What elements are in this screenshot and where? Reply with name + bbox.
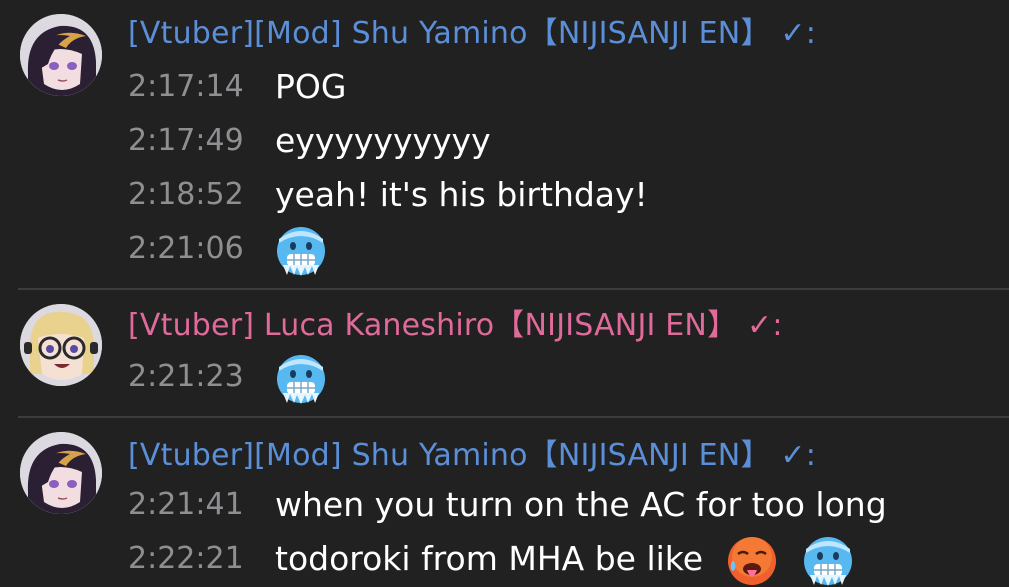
author-avatar[interactable] [20,304,102,386]
cold-face-emoji-icon [275,225,327,277]
shu-yamino-avatar-icon [20,14,102,96]
message-timestamp: 2:17:49 [128,123,244,158]
message-text: when you turn on the AC for too long [275,485,887,524]
chat-message-group: [Vtuber] Luca Kaneshiro【NIJISANJI EN】 ✓:… [0,290,1009,416]
hot-face-emoji-icon [726,535,778,587]
message-text: yeah! it's his birthday! [275,175,648,214]
luca-kaneshiro-avatar-icon [20,304,102,386]
author-name[interactable]: [Vtuber] Luca Kaneshiro【NIJISANJI EN】 ✓: [128,308,783,344]
author-name[interactable]: [Vtuber][Mod] Shu Yamino【NIJISANJI EN】 ✓… [128,16,816,52]
message-content: todoroki from MHA be like [275,534,862,587]
shu-yamino-avatar-icon [20,432,102,514]
message-text: todoroki from MHA be like [275,539,704,578]
author-avatar[interactable] [20,432,102,514]
cold-face-emoji-icon [802,535,854,587]
author-name[interactable]: [Vtuber][Mod] Shu Yamino【NIJISANJI EN】 ✓… [128,438,816,474]
message-timestamp: 2:21:06 [128,231,244,266]
chat-message-group: [Vtuber][Mod] Shu Yamino【NIJISANJI EN】 ✓… [0,418,1009,587]
message-timestamp: 2:18:52 [128,177,244,212]
message-timestamp: 2:21:23 [128,359,244,394]
message-timestamp: 2:17:14 [128,69,244,104]
message-emoji-content [275,224,335,277]
message-text: eyyyyyyyyyy [275,121,491,160]
message-timestamp: 2:21:41 [128,487,244,522]
message-text: POG [275,67,347,106]
author-avatar[interactable] [20,14,102,96]
cold-face-emoji-icon [275,353,327,405]
message-timestamp: 2:22:21 [128,541,244,576]
message-emoji-content [275,352,335,405]
chat-message-group: [Vtuber][Mod] Shu Yamino【NIJISANJI EN】 ✓… [0,0,1009,288]
